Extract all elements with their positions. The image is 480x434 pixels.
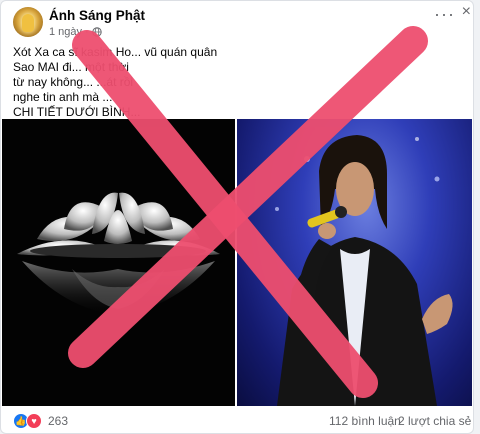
author-name[interactable]: Ánh Sáng Phật [49, 8, 145, 23]
comments-count[interactable]: 112 bình luận [329, 414, 401, 428]
singer-photo[interactable] [237, 119, 472, 406]
buddha-figure [22, 14, 34, 32]
post-media[interactable] [2, 119, 472, 406]
globe-icon [92, 27, 102, 37]
post-text-line: Xót Xa ca sĩ kasim Ho... vũ quán quân [13, 45, 218, 59]
post-text-line: Sao MAI đi... một thời [13, 60, 129, 74]
post-time[interactable]: 1 ngày [49, 26, 82, 38]
post-text-line: từ nay không... ...át rồi [13, 75, 134, 89]
close-icon[interactable]: × [462, 4, 471, 20]
love-icon: ♥ [26, 413, 42, 429]
reactions-summary[interactable]: 👍 ♥ 263 [13, 413, 68, 429]
post-text: Xót Xa ca sĩ kasim Ho... vũ quán quân Sa… [13, 45, 263, 120]
shares-count[interactable]: 2 lượt chia sẻ [398, 414, 471, 428]
singer-image [275, 135, 453, 406]
more-options-button[interactable]: ··· [434, 5, 455, 23]
post-meta: 1 ngày · [49, 26, 102, 38]
page-avatar[interactable] [13, 7, 43, 37]
post-text-line: CHI TIẾT DƯỚI BÌNH... [13, 105, 141, 119]
reaction-count: 263 [48, 414, 69, 428]
post-footer: 👍 ♥ 263 112 bình luận 2 lượt chia sẻ [1, 408, 473, 433]
facebook-post: Ánh Sáng Phật 1 ngày · ··· × Xót Xa ca s… [0, 0, 474, 434]
meta-dot: · [85, 26, 89, 38]
lotus-photo[interactable] [2, 119, 235, 406]
lotus-image [17, 192, 220, 315]
post-text-line: nghe tin anh mà ... [13, 90, 113, 104]
